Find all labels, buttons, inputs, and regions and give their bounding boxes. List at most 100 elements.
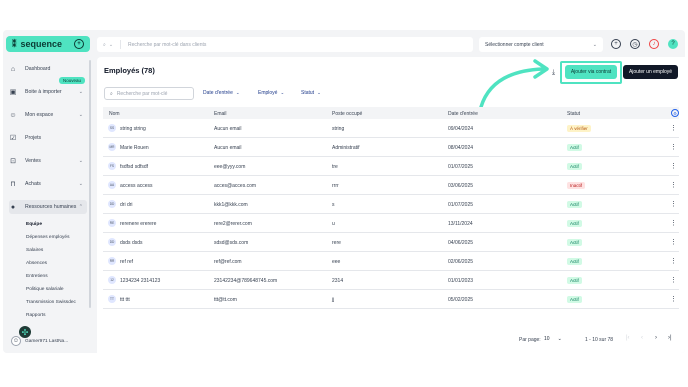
employee-name[interactable]: access access <box>120 183 153 189</box>
account-select[interactable]: Sélectionner compte client ⌄ <box>479 37 603 52</box>
first-page-icon[interactable]: |‹ <box>626 335 630 341</box>
sidebar-sub-depenses[interactable]: Dépenses employés <box>26 235 69 240</box>
clock-icon[interactable]: ◷ <box>630 39 640 49</box>
sidebar-scrollbar[interactable] <box>89 60 91 308</box>
sidebar-item-projets[interactable]: ☑ Projets <box>9 131 87 145</box>
table-row[interactable]: RE rerenere ererere rere2@rerer.com u 13/11/… <box>103 214 679 233</box>
table-row[interactable]: FS fsdfsd sdfsdf eee@yyy.com tre 01/07/2025 A… <box>103 157 679 176</box>
sidebar-sub-equipe[interactable]: Equipe <box>26 222 42 227</box>
employee-name[interactable]: dri dri <box>120 202 133 208</box>
sidebar-item-ventes[interactable]: ⊡ Ventes ⌄ <box>9 154 87 168</box>
employee-name[interactable]: dsds dsds <box>120 240 143 246</box>
table-row[interactable]: TT ttt ttt ttt@tt.com jj 05/02/2025 Actif ⋮ <box>103 290 679 309</box>
sidebar-sub-politique[interactable]: Politique salariale <box>26 287 64 292</box>
help-icon[interactable]: ? <box>668 39 678 49</box>
table-row[interactable]: DD dri dri kkk1@kkk.com s 01/07/2025 Actif ⋮ <box>103 195 679 214</box>
employee-date: 01/07/2025 <box>448 202 474 208</box>
employee-date: 13/11/2024 <box>448 221 473 227</box>
more-vertical-icon[interactable]: ⋮ <box>670 219 677 227</box>
more-vertical-icon[interactable]: ⋮ <box>670 181 677 189</box>
table-row[interactable]: DD dsds dsds sdsd@sds.com rere 04/06/2025 Act… <box>103 233 679 252</box>
user-menu[interactable]: ☺ Gamer971 LastNa... <box>11 333 89 349</box>
lock-icon: ⊡ <box>10 158 16 165</box>
sidebar-sub-salaires[interactable]: Salaires <box>26 248 43 253</box>
status-badge: Actif <box>567 296 582 303</box>
sidebar-item-rh[interactable]: ● Ressources humaines ⌃ <box>9 200 87 214</box>
avatar: RR <box>108 257 116 265</box>
table-row[interactable]: AA access access acces@acces.com rrrr 03/06/… <box>103 176 679 195</box>
chevron-down-icon: ⌄ <box>317 90 321 95</box>
per-page-select[interactable]: 10 ⌄ <box>541 333 569 344</box>
sidebar-item-label: Mon espace <box>25 112 54 118</box>
col-email[interactable]: Email <box>214 111 227 117</box>
col-date[interactable]: Date d'entrée <box>448 111 478 117</box>
col-statut[interactable]: Statut <box>567 111 580 117</box>
employee-name[interactable]: ttt ttt <box>120 297 130 303</box>
avatar: AA <box>108 181 116 189</box>
chevron-down-icon[interactable]: ⌄ <box>109 42 113 48</box>
chevron-down-icon: ⌄ <box>78 89 83 95</box>
avatar: DD <box>108 238 116 246</box>
column-settings-icon[interactable]: ⚙ <box>671 109 679 117</box>
employee-name[interactable]: Marie Rouen <box>120 145 149 151</box>
employee-email: 23142234@789648745.com <box>214 278 278 284</box>
more-vertical-icon[interactable]: ⋮ <box>670 295 677 303</box>
employee-name[interactable]: rerenere ererere <box>120 221 156 227</box>
col-poste[interactable]: Poste occupé <box>332 111 362 117</box>
chevron-down-icon: ⌄ <box>78 158 83 164</box>
sidebar-item-boite[interactable]: ▣ Boite à importer ⌄ <box>9 85 87 99</box>
table-row[interactable]: 12 1234234 2314123 23142234@789648745.com 2… <box>103 271 679 290</box>
table-row[interactable]: RR ref ref ref@ref.com eee 02/06/2025 Actif ⋮ <box>103 252 679 271</box>
employee-email: Aucun email <box>214 145 242 151</box>
table-row[interactable]: SS string string Aucun email string 09/04/20… <box>103 119 679 138</box>
last-page-icon[interactable]: ›| <box>668 335 672 341</box>
bell-icon[interactable]: ♪ <box>649 39 659 49</box>
filter-statut[interactable]: Statut ⌄ <box>301 90 321 96</box>
status-badge: Actif <box>567 258 582 265</box>
employee-date: 09/04/2024 <box>448 126 474 132</box>
employee-search-input[interactable]: ⌕ Recherche par mot-clé <box>104 87 194 100</box>
sidebar-item-label: Achats <box>25 181 41 187</box>
more-vertical-icon[interactable]: ⋮ <box>670 276 677 284</box>
more-vertical-icon[interactable]: ⋮ <box>670 200 677 208</box>
chevron-down-icon: ⌄ <box>78 112 83 118</box>
filter-date[interactable]: Date d'entrée ⌄ <box>203 90 240 96</box>
more-vertical-icon[interactable]: ⋮ <box>670 162 677 170</box>
more-vertical-icon[interactable]: ⋮ <box>670 238 677 246</box>
sidebar-item-dashboard[interactable]: ⌂ Dashboard <box>9 62 87 76</box>
logo[interactable]: ⁑ sequence + <box>6 36 90 52</box>
user-name: Gamer971 LastNa... <box>25 338 69 344</box>
bag-icon: ⊓ <box>10 181 16 188</box>
employee-name[interactable]: ref ref <box>120 259 133 265</box>
sidebar-sub-swissdec[interactable]: Transmission Swissdec <box>26 300 76 305</box>
employee-name[interactable]: 1234234 2314123 <box>120 278 160 284</box>
filter-employe[interactable]: Employé ⌄ <box>258 90 284 96</box>
next-page-icon[interactable]: › <box>655 335 657 341</box>
table-row[interactable]: MR Marie Rouen Aucun email Administratif 08/… <box>103 138 679 157</box>
sidebar-sub-absences[interactable]: Absences <box>26 261 47 266</box>
people-icon: ● <box>10 203 16 211</box>
employee-poste: rere <box>332 240 341 246</box>
sidebar-item-mon-espace[interactable]: ☺ Mon espace ⌄ <box>9 108 87 122</box>
col-nom[interactable]: Nom <box>109 111 120 117</box>
employee-poste: rrrr <box>332 183 339 189</box>
employee-name[interactable]: fsdfsd sdfsdf <box>120 164 148 170</box>
employee-email: sdsd@sds.com <box>214 240 249 246</box>
employee-name[interactable]: string string <box>120 126 146 132</box>
employee-poste: eee <box>332 259 341 265</box>
divider <box>120 40 122 49</box>
status-badge: Actif <box>567 277 582 284</box>
more-vertical-icon[interactable]: ⋮ <box>670 257 677 265</box>
sidebar-sub-entretiens[interactable]: Entretiens <box>26 274 48 279</box>
global-search[interactable]: ⌕ ⌄ Recherche par mot-clé dans clients <box>97 37 473 52</box>
employee-email: Aucun email <box>214 126 242 132</box>
settings-circle-icon[interactable]: + <box>74 39 84 49</box>
prev-page-icon[interactable]: ‹ <box>641 335 643 341</box>
more-vertical-icon[interactable]: ⋮ <box>670 143 677 151</box>
more-vertical-icon[interactable]: ⋮ <box>670 124 677 132</box>
add-circle-icon[interactable]: + <box>611 39 621 49</box>
employee-date: 04/06/2025 <box>448 240 474 246</box>
sidebar-sub-rapports[interactable]: Rapports <box>26 313 45 318</box>
sidebar-item-achats[interactable]: ⊓ Achats ⌄ <box>9 177 87 191</box>
employee-date: 01/01/2023 <box>448 278 474 284</box>
